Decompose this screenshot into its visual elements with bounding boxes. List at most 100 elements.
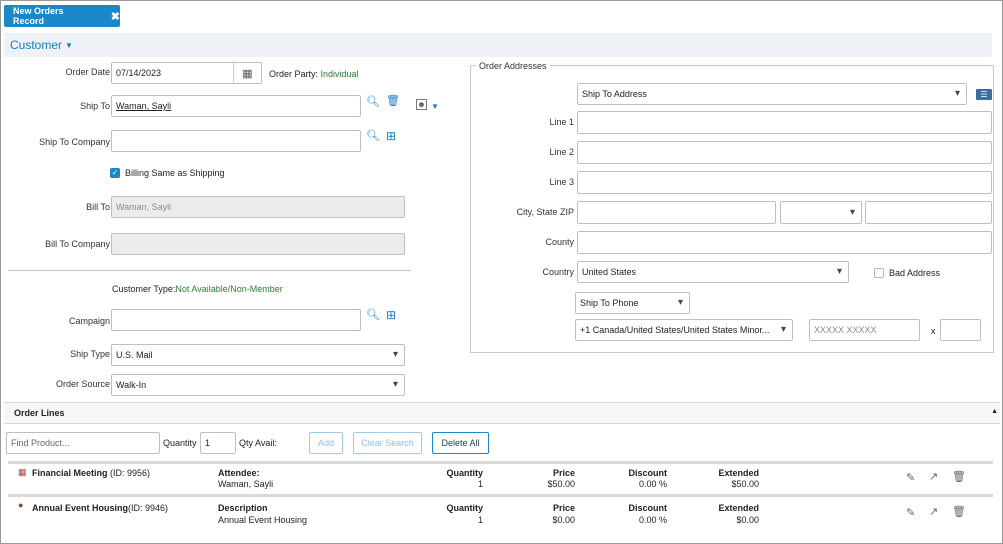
line3-label: Line 3: [549, 177, 574, 187]
county-label: County: [545, 237, 574, 247]
order-date-label: Order Date: [65, 67, 110, 77]
zip-input[interactable]: [865, 201, 992, 224]
edit-icon[interactable]: ✎: [906, 471, 915, 484]
city-input[interactable]: [577, 201, 776, 224]
quantity-input[interactable]: 1: [200, 432, 236, 454]
line3-input[interactable]: [577, 171, 992, 194]
ext-input[interactable]: [940, 319, 981, 341]
detail-header: Attendee:: [218, 468, 260, 478]
detail-header: Description: [218, 503, 268, 513]
order-source-value: Walk-In: [116, 380, 147, 390]
phone-country-value: +1 Canada/United States/United States Mi…: [580, 325, 770, 335]
open-external-icon[interactable]: ↗: [929, 470, 938, 483]
billing-same-label: Billing Same as Shipping: [125, 168, 225, 178]
quantity-value: 1: [205, 438, 211, 448]
ship-to-input[interactable]: Waman, Sayli: [111, 95, 361, 117]
phone-type-select[interactable]: Ship To Phone: [575, 292, 690, 314]
ship-to-value[interactable]: Waman, Sayli: [116, 101, 171, 111]
address-type-select[interactable]: Ship To Address: [577, 83, 967, 105]
order-source-label: Order Source: [55, 379, 110, 389]
open-external-icon[interactable]: ↗: [929, 505, 938, 518]
order-lines-title: Order Lines: [14, 408, 65, 418]
calendar-icon: ▦: [18, 467, 27, 477]
campaign-input[interactable]: [111, 309, 361, 331]
quantity-header: Quantity: [446, 468, 483, 478]
price-cell: $50.00: [547, 479, 575, 489]
state-select[interactable]: [780, 201, 862, 224]
discount-header: Discount: [628, 503, 667, 513]
address-type-value: Ship To Address: [582, 89, 647, 99]
customer-type-label: Customer Type:: [112, 284, 176, 294]
line2-input[interactable]: [577, 141, 992, 164]
line-item-name: Annual Event Housing: [32, 503, 129, 513]
quantity-header: Quantity: [446, 503, 483, 513]
order-source-select[interactable]: Walk-In: [111, 374, 405, 396]
county-input[interactable]: [577, 231, 992, 254]
discount-cell: 0.00 %: [638, 479, 667, 489]
extended-cell: $50.00: [731, 479, 759, 489]
customer-type: Customer Type:Not Available/Non-Member: [112, 284, 283, 294]
country-select[interactable]: United States: [577, 261, 849, 283]
line1-label: Line 1: [549, 117, 574, 127]
clear-search-button[interactable]: Clear Search: [353, 432, 422, 454]
country-value: United States: [582, 267, 637, 277]
price-header: Price: [552, 468, 575, 478]
detail-value: Waman, Sayli: [218, 479, 274, 489]
qty-avail-label: Qty Avail:: [239, 438, 277, 448]
table-row: ● Annual Event Housing (ID: 9946) Descri…: [8, 494, 993, 528]
ship-type-select[interactable]: U.S. Mail: [111, 344, 405, 366]
extended-header: Extended: [718, 468, 759, 478]
line2-label: Line 2: [549, 147, 574, 157]
bill-to-input: Waman, Sayli: [111, 196, 405, 218]
billing-same-checkbox[interactable]: ✓: [110, 168, 120, 178]
phone-number-input[interactable]: XXXXX XXXXX: [809, 319, 920, 341]
bad-address-checkbox[interactable]: [874, 268, 884, 278]
phone-country-select[interactable]: +1 Canada/United States/United States Mi…: [575, 319, 793, 341]
phone-number-placeholder: XXXXX XXXXX: [814, 325, 877, 335]
chevron-down-icon: ▼: [65, 40, 73, 50]
calendar-icon[interactable]: ▦: [233, 63, 261, 83]
contact-card-icon[interactable]: ☻: [416, 99, 427, 110]
close-icon[interactable]: ✖: [111, 10, 120, 23]
new-orders-record-tab[interactable]: New Orders Record ✖: [4, 5, 120, 27]
section-title: Customer: [10, 38, 63, 52]
form-divider: [8, 270, 411, 271]
ship-to-label: Ship To: [80, 101, 110, 111]
phone-type-value: Ship To Phone: [580, 298, 639, 308]
ship-to-company-input[interactable]: [111, 130, 361, 152]
trash-icon[interactable]: 🗑︎: [952, 505, 966, 518]
line1-input[interactable]: [577, 111, 992, 134]
extended-header: Extended: [718, 503, 759, 513]
search-icon[interactable]: 🔍︎: [366, 97, 380, 108]
trash-icon[interactable]: 🗑︎: [952, 470, 966, 483]
ship-type-label: Ship Type: [70, 349, 110, 359]
chevron-down-icon[interactable]: ▼: [431, 101, 439, 112]
address-card-icon[interactable]: ☰: [976, 89, 992, 100]
line-item-name: Financial Meeting: [32, 468, 108, 478]
add-button[interactable]: Add: [309, 432, 343, 454]
search-icon[interactable]: 🔍︎: [366, 310, 380, 321]
add-icon[interactable]: ⊞: [386, 309, 396, 321]
collapse-icon[interactable]: ▲: [991, 408, 998, 415]
edit-icon[interactable]: ✎: [906, 506, 915, 519]
quantity-label: Quantity: [163, 438, 197, 448]
find-product-input[interactable]: Find Product...: [6, 432, 160, 454]
order-lines-header[interactable]: Order Lines ▲: [4, 402, 1000, 424]
quantity-cell: 1: [477, 515, 483, 525]
add-icon[interactable]: ⊞: [386, 130, 396, 142]
line-item-id: (ID: 9956): [110, 468, 151, 478]
ext-label: x: [931, 326, 936, 336]
search-icon[interactable]: 🔍︎: [366, 131, 380, 142]
city-state-zip-label: City, State ZIP: [516, 207, 574, 217]
line-item-id: (ID: 9946): [128, 503, 169, 513]
customer-type-value: Not Available/Non-Member: [175, 284, 283, 294]
extended-cell: $0.00: [736, 515, 759, 525]
table-row: ▦ Financial Meeting (ID: 9956) Attendee:…: [8, 461, 993, 493]
trash-icon[interactable]: 🗑︎: [386, 96, 400, 107]
delete-all-button[interactable]: Delete All: [432, 432, 489, 454]
order-date-input[interactable]: 07/14/2023 ▦: [111, 62, 262, 84]
price-header: Price: [552, 503, 575, 513]
discount-header: Discount: [628, 468, 667, 478]
campaign-label: Campaign: [68, 316, 110, 326]
customer-section-header[interactable]: Customer ▼: [4, 33, 992, 57]
